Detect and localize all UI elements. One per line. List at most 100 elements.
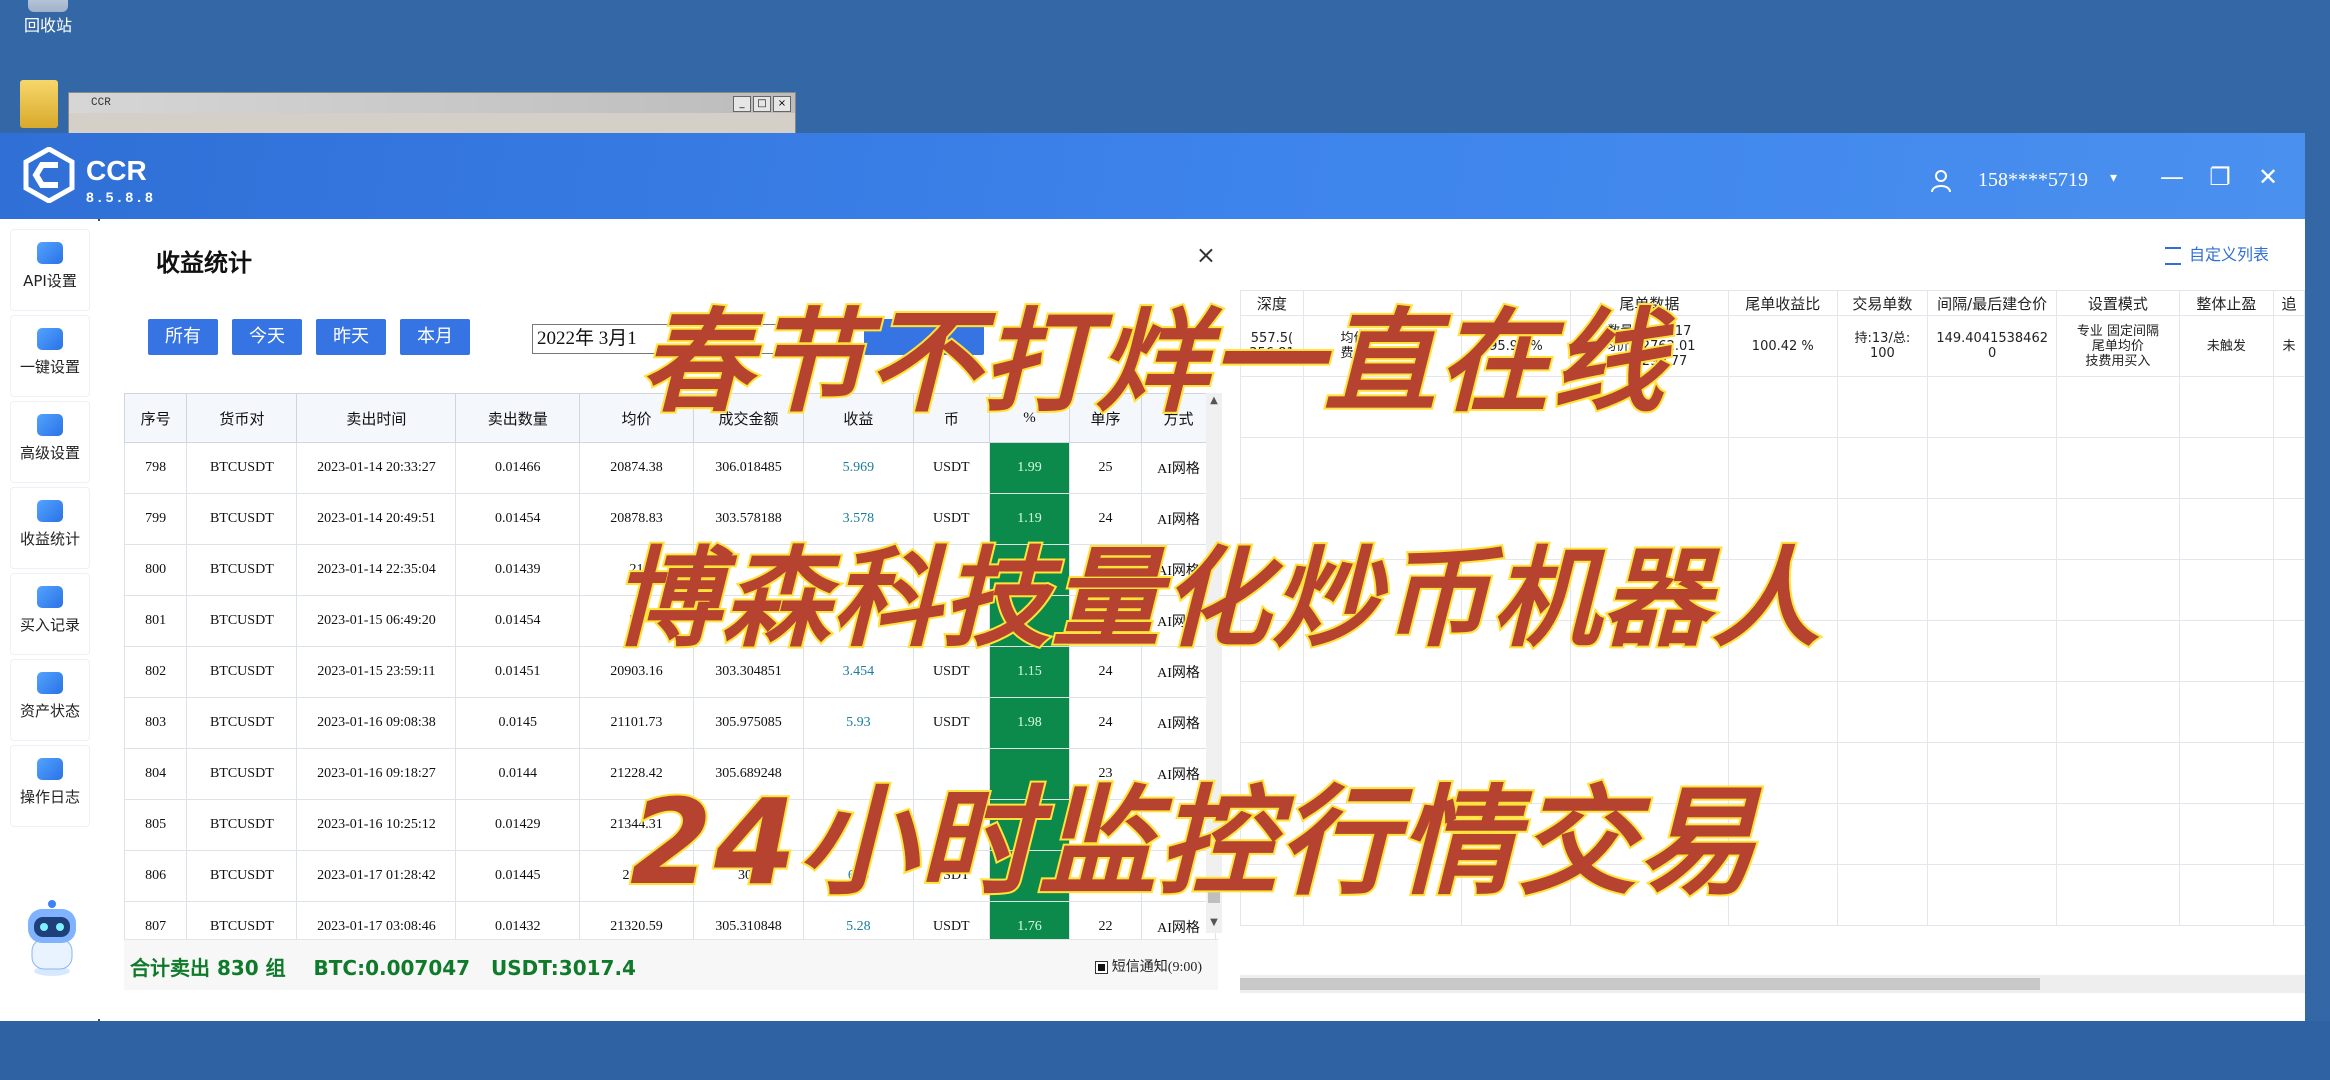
- custom-columns-label: 自定义列表: [2188, 245, 2269, 264]
- app-logo-text: CCR: [86, 155, 147, 186]
- sidebar-item-asset-status[interactable]: 资产状态: [10, 659, 90, 741]
- dialog-title: 收益统计: [156, 249, 252, 277]
- table-row[interactable]: 804 BTCUSDT 2023-01-16 09:18:27 0.0144 21228…: [123, 748, 1217, 800]
- cell-qty: 0.01439: [455, 544, 580, 596]
- bulb-icon: [37, 328, 63, 350]
- dialog-close-icon[interactable]: ×: [1196, 241, 1216, 269]
- vertical-scrollbar[interactable]: ▲ ▼: [1206, 393, 1222, 933]
- column-header[interactable]: 尾单数据: [1569, 290, 1730, 316]
- filter-all-button[interactable]: 所有: [148, 319, 218, 355]
- table-row[interactable]: 805 BTCUSDT 2023-01-16 10:25:12 0.01429 2134…: [123, 799, 1217, 851]
- column-header[interactable]: 货币对: [186, 393, 298, 443]
- log-icon: [37, 758, 63, 780]
- table-row[interactable]: 806 BTCUSDT 2023-01-17 01:28:42 0.01445 2106…: [123, 850, 1217, 902]
- scroll-up-icon[interactable]: ▲: [1208, 395, 1220, 406]
- filter-today-button[interactable]: 今天: [232, 319, 302, 355]
- column-header[interactable]: 序号: [123, 393, 188, 443]
- cell-qty: 0.01466: [455, 442, 580, 494]
- table-row[interactable]: 799 BTCUSDT 2023-01-14 20:49:51 0.01454 2087…: [123, 493, 1217, 545]
- profit-stats-dialog: 收益统计 × 所有 今天 昨天 本月 2022年 3月1 序号 货币对 卖出时间…: [98, 221, 1240, 1019]
- cell-time: 2023-01-15 23:59:11: [296, 646, 457, 698]
- cell-tail-ratio: 100.42 %: [1728, 315, 1838, 377]
- column-header[interactable]: 卖出数量: [455, 393, 580, 443]
- cell-pct: [988, 544, 1070, 596]
- robot-assistant-icon[interactable]: [22, 899, 82, 979]
- filter-yesterday-button[interactable]: 昨天: [316, 319, 386, 355]
- sidebar-item-api-settings[interactable]: API设置: [10, 229, 90, 311]
- bg-max-button[interactable]: □: [753, 96, 771, 112]
- column-header[interactable]: 整体止盈: [2178, 290, 2275, 316]
- column-header[interactable]: 单序: [1068, 393, 1142, 443]
- background-window[interactable]: CCR _ □ ×: [68, 92, 796, 134]
- table-row[interactable]: 557.5( 356.81 均价:23837.4 费用:2696.52 95.9…: [1240, 315, 2305, 377]
- column-header[interactable]: 交易单数: [1836, 290, 1929, 316]
- background-window-controls: _ □ ×: [733, 96, 791, 112]
- column-header[interactable]: 方式: [1140, 393, 1217, 443]
- sms-notification-checkbox[interactable]: 短信通知(9:00): [1094, 956, 1202, 976]
- column-header[interactable]: 追: [2273, 290, 2305, 316]
- background-window-title: CCR: [69, 93, 795, 113]
- table-row[interactable]: 801 BTCUSDT 2023-01-15 06:49:20 0.01454 20 24…: [123, 595, 1217, 647]
- scroll-down-icon[interactable]: ▼: [1208, 917, 1220, 928]
- column-header[interactable]: 设置模式: [2056, 290, 2180, 316]
- cell-amount: [692, 799, 805, 851]
- table-row[interactable]: 798 BTCUSDT 2023-01-14 20:33:27 0.01466 2087…: [123, 442, 1217, 494]
- sidebar-item-advanced-settings[interactable]: 高级设置: [10, 401, 90, 483]
- sidebar-item-buy-records[interactable]: 买入记录: [10, 573, 90, 655]
- cell-price: 20903.16: [579, 646, 694, 698]
- cell-qty: 0.01445: [455, 850, 580, 902]
- cell-pct: 1.99: [988, 442, 1070, 494]
- column-header[interactable]: 间隔/最后建仓价: [1927, 290, 2058, 316]
- column-header[interactable]: 收益: [803, 393, 914, 443]
- column-header[interactable]: [1302, 290, 1463, 316]
- checkbox-icon[interactable]: [1094, 961, 1108, 975]
- sidebar-item-label: 资产状态: [19, 702, 80, 720]
- cell-seq: 23: [1068, 748, 1142, 800]
- column-header[interactable]: [1461, 290, 1571, 316]
- minimize-button[interactable]: —: [2158, 163, 2186, 191]
- scrollbar-thumb[interactable]: [1208, 881, 1220, 903]
- column-header[interactable]: 深度: [1240, 290, 1304, 316]
- query-button[interactable]: [864, 319, 984, 355]
- sidebar-item-operation-log[interactable]: 操作日志: [10, 745, 90, 827]
- table-row[interactable]: 803 BTCUSDT 2023-01-16 09:08:38 0.0145 21101…: [123, 697, 1217, 749]
- cell-coin: USDT: [912, 697, 990, 749]
- table-row[interactable]: 802 BTCUSDT 2023-01-15 23:59:11 0.01451 2090…: [123, 646, 1217, 698]
- column-header[interactable]: 币: [912, 393, 990, 443]
- date-range-input[interactable]: 2022年 3月1: [532, 324, 868, 354]
- cell-amount: 303.304851: [692, 646, 805, 698]
- cell-time: 2023-01-15 06:49:20: [296, 595, 457, 647]
- bg-close-button[interactable]: ×: [773, 96, 791, 112]
- maximize-button[interactable]: ❐: [2206, 163, 2234, 191]
- recycle-bin-icon[interactable]: 回收站: [18, 0, 78, 36]
- cell-pair: BTCUSDT: [186, 544, 298, 596]
- cell-amount: [692, 544, 805, 596]
- cell-take-profit: 未触发: [2178, 315, 2275, 377]
- app-version: 8.5.8.8: [86, 189, 157, 205]
- cell-avg: 均价:23837.4 费用:2696.52: [1302, 315, 1463, 377]
- user-account[interactable]: 158****5719: [1978, 169, 2088, 192]
- scrollbar-thumb[interactable]: [1240, 978, 2040, 990]
- cell-pct: [988, 799, 1070, 851]
- filter-month-button[interactable]: 本月: [400, 319, 470, 355]
- cell-coin: USDT: [912, 442, 990, 494]
- cell-pair: BTCUSDT: [186, 493, 298, 545]
- sidebar-item-one-click-settings[interactable]: 一键设置: [10, 315, 90, 397]
- column-header[interactable]: 卖出时间: [296, 393, 457, 443]
- cell-time: 2023-01-16 09:08:38: [296, 697, 457, 749]
- user-icon[interactable]: [1930, 169, 1952, 193]
- custom-columns-button[interactable]: 自定义列表: [2164, 241, 2269, 265]
- close-button[interactable]: ✕: [2254, 163, 2282, 191]
- table-row[interactable]: 800 BTCUSDT 2023-01-14 22:35:04 0.01439 21 AI…: [123, 544, 1217, 596]
- column-header[interactable]: %: [988, 393, 1070, 443]
- column-header[interactable]: 成交金额: [692, 393, 805, 443]
- column-header[interactable]: 均价: [579, 393, 694, 443]
- folder-icon[interactable]: [20, 80, 58, 128]
- horizontal-scrollbar[interactable]: [1240, 975, 2305, 993]
- column-header[interactable]: 尾单收益比: [1728, 290, 1838, 316]
- cell-trade-count: 持:13/总: 100: [1836, 315, 1929, 377]
- bg-min-button[interactable]: _: [733, 96, 751, 112]
- chevron-down-icon[interactable]: ▾: [2110, 170, 2117, 186]
- cell-id: 802: [123, 646, 188, 698]
- sidebar-item-profit-stats[interactable]: 收益统计: [10, 487, 90, 569]
